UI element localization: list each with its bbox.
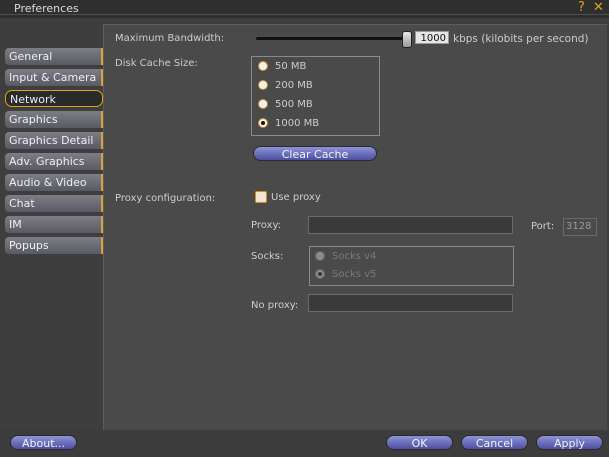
apply-button[interactable]: Apply — [536, 435, 603, 450]
bandwidth-label: Maximum Bandwidth: — [115, 33, 225, 44]
tab-adv-graphics[interactable]: Adv. Graphics — [5, 153, 103, 170]
port-input[interactable]: 3128 — [563, 218, 597, 236]
tab-network[interactable]: Network — [5, 90, 103, 107]
tab-im[interactable]: IM — [5, 216, 103, 233]
socks-option-label: Socks v5 — [332, 269, 377, 280]
tab-graphics[interactable]: Graphics — [5, 111, 103, 128]
proxy-label: Proxy: — [251, 220, 282, 231]
title-bar[interactable]: Preferences ? ✕ — [0, 0, 609, 18]
cancel-button[interactable]: Cancel — [461, 435, 528, 450]
tab-chat[interactable]: Chat — [5, 195, 103, 212]
proxy-input[interactable] — [308, 216, 513, 234]
title-divider — [0, 14, 609, 15]
cache-label: Disk Cache Size: — [115, 58, 198, 69]
use-proxy-label: Use proxy — [271, 192, 321, 203]
cache-option-label: 200 MB — [275, 80, 313, 91]
socks-label: Socks: — [251, 251, 284, 262]
close-icon[interactable]: ✕ — [592, 1, 605, 14]
tab-popups[interactable]: Popups — [5, 237, 103, 254]
socks-v4-radio[interactable] — [315, 251, 325, 261]
tab-audio-video[interactable]: Audio & Video — [5, 174, 103, 191]
ok-button[interactable]: OK — [386, 435, 453, 450]
about-button[interactable]: About... — [10, 435, 77, 450]
socks-option-label: Socks v4 — [332, 251, 377, 262]
clear-cache-button[interactable]: Clear Cache — [253, 146, 377, 161]
port-label: Port: — [531, 221, 555, 232]
socks-v5-radio[interactable] — [315, 269, 325, 279]
no-proxy-label: No proxy: — [251, 300, 299, 311]
tab-general[interactable]: General — [5, 48, 103, 65]
cache-option-label: 1000 MB — [275, 118, 320, 129]
cache-radio-500[interactable] — [258, 99, 268, 109]
use-proxy-checkbox[interactable] — [255, 191, 267, 203]
no-proxy-input[interactable] — [308, 294, 513, 312]
tab-graphics-detail[interactable]: Graphics Detail — [5, 132, 103, 149]
cache-option-label: 500 MB — [275, 99, 313, 110]
cache-option-label: 50 MB — [275, 61, 307, 72]
cache-radio-200[interactable] — [258, 80, 268, 90]
proxy-config-label: Proxy configuration: — [115, 193, 216, 204]
cache-radio-1000[interactable] — [258, 118, 268, 128]
tab-input-camera[interactable]: Input & Camera — [5, 69, 103, 86]
bandwidth-slider-thumb[interactable] — [402, 31, 412, 48]
bandwidth-value-input[interactable]: 1000 — [415, 31, 449, 44]
tab-list: General Input & Camera Network Graphics … — [5, 48, 103, 258]
bandwidth-slider-track[interactable] — [256, 37, 409, 40]
bandwidth-unit-label: kbps (kilobits per second) — [453, 33, 589, 45]
help-icon[interactable]: ? — [575, 1, 588, 14]
cache-radio-50[interactable] — [258, 61, 268, 71]
preferences-window: Preferences ? ✕ General Input & Camera N… — [0, 0, 609, 457]
